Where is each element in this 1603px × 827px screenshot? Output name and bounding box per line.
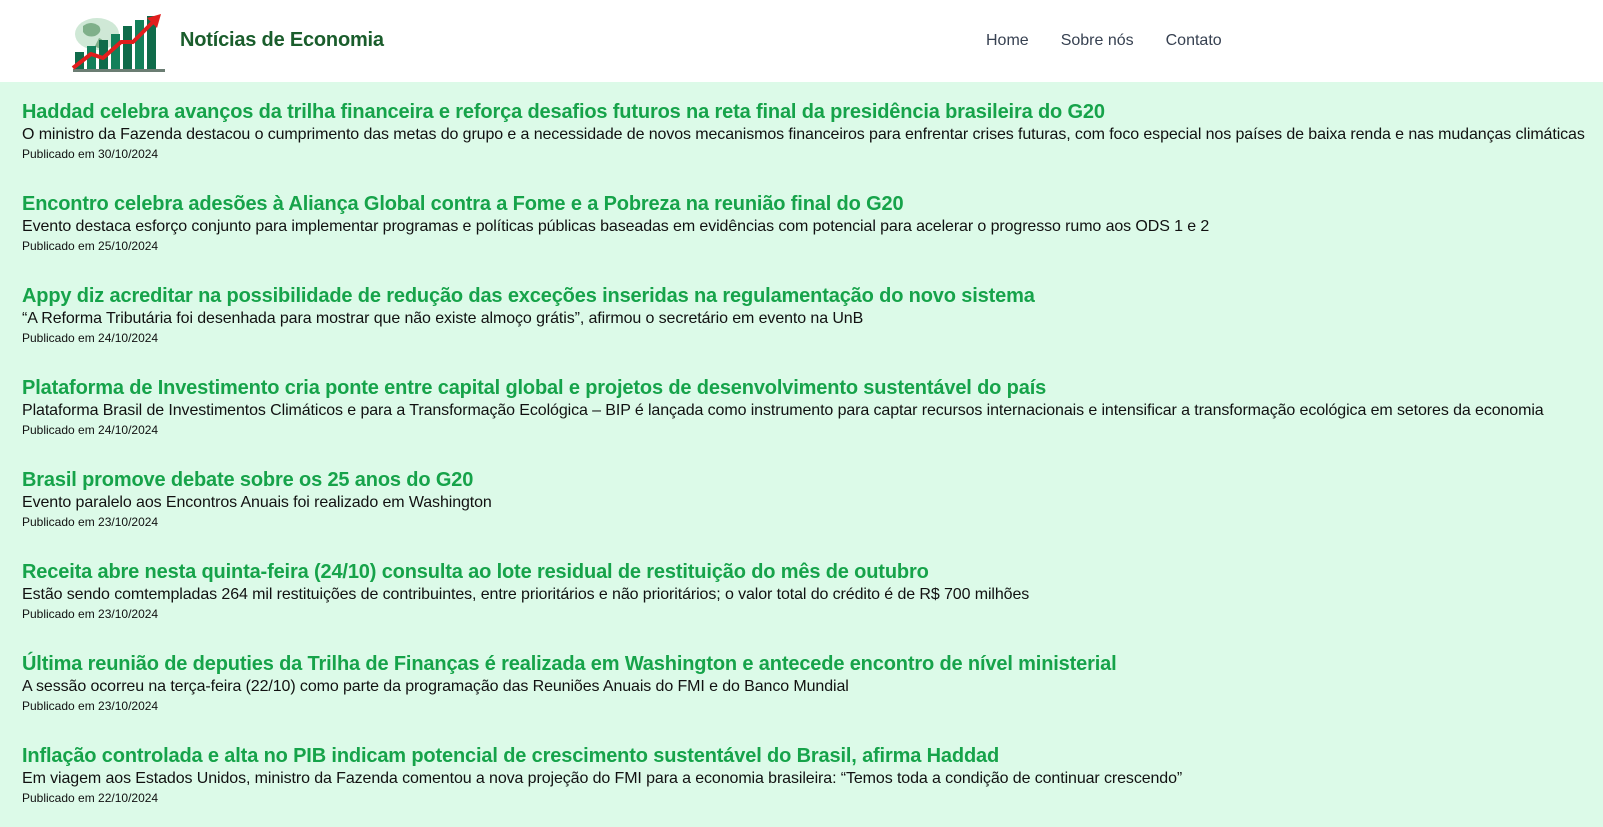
- news-item-title[interactable]: Brasil promove debate sobre os 25 anos d…: [22, 466, 1603, 492]
- rising-chart-logo-icon[interactable]: [69, 12, 169, 73]
- news-item: Brasil promove debate sobre os 25 anos d…: [22, 466, 1603, 558]
- site-brand[interactable]: Notícias de Economia: [180, 29, 384, 52]
- main-nav: Home Sobre nós Contato: [986, 32, 1254, 50]
- news-item: Haddad celebra avanços da trilha finance…: [22, 98, 1603, 190]
- nav-link-contact[interactable]: Contato: [1166, 32, 1222, 50]
- news-item-title[interactable]: Haddad celebra avanços da trilha finance…: [22, 98, 1603, 124]
- news-item-summary: Evento destaca esforço conjunto para imp…: [22, 218, 1210, 235]
- news-item-date: Publicado em 24/10/2024: [22, 331, 159, 345]
- news-item-title[interactable]: Última reunião de deputies da Trilha de …: [22, 650, 1603, 676]
- news-item-date: Publicado em 23/10/2024: [22, 515, 159, 529]
- nav-link-home[interactable]: Home: [986, 32, 1029, 50]
- news-item-summary: A sessão ocorreu na terça-feira (22/10) …: [22, 678, 849, 695]
- news-list: Haddad celebra avanços da trilha finance…: [0, 82, 1603, 827]
- news-item: Encontro celebra adesões à Aliança Globa…: [22, 190, 1603, 282]
- news-item-date: Publicado em 30/10/2024: [22, 147, 159, 161]
- news-item-date: Publicado em 22/10/2024: [22, 791, 159, 805]
- news-item-title[interactable]: Encontro celebra adesões à Aliança Globa…: [22, 190, 1603, 216]
- news-item-title[interactable]: Inflação controlada e alta no PIB indica…: [22, 742, 1603, 768]
- news-item-date: Publicado em 25/10/2024: [22, 239, 159, 253]
- news-item-date: Publicado em 24/10/2024: [22, 423, 159, 437]
- news-item-title[interactable]: Appy diz acreditar na possibilidade de r…: [22, 282, 1603, 308]
- news-item: Última reunião de deputies da Trilha de …: [22, 650, 1603, 742]
- news-item-summary: Plataforma Brasil de Investimentos Climá…: [22, 402, 1544, 419]
- news-item: Appy diz acreditar na possibilidade de r…: [22, 282, 1603, 374]
- news-item: Inflação controlada e alta no PIB indica…: [22, 742, 1603, 827]
- news-item-summary: Em viagem aos Estados Unidos, ministro d…: [22, 770, 1183, 787]
- news-item-summary: Evento paralelo aos Encontros Anuais foi…: [22, 494, 492, 511]
- news-item-date: Publicado em 23/10/2024: [22, 607, 159, 621]
- news-item: Receita abre nesta quinta-feira (24/10) …: [22, 558, 1603, 650]
- news-item-summary: O ministro da Fazenda destacou o cumprim…: [22, 126, 1585, 143]
- news-item-summary: “A Reforma Tributária foi desenhada para…: [22, 310, 864, 327]
- news-item-date: Publicado em 23/10/2024: [22, 699, 159, 713]
- news-item-title[interactable]: Plataforma de Investimento cria ponte en…: [22, 374, 1603, 400]
- nav-link-about[interactable]: Sobre nós: [1061, 32, 1134, 50]
- news-item-summary: Estão sendo comtempladas 264 mil restitu…: [22, 586, 1030, 603]
- news-item: Plataforma de Investimento cria ponte en…: [22, 374, 1603, 466]
- news-item-title[interactable]: Receita abre nesta quinta-feira (24/10) …: [22, 558, 1603, 584]
- site-header: Notícias de Economia Home Sobre nós Cont…: [0, 0, 1603, 82]
